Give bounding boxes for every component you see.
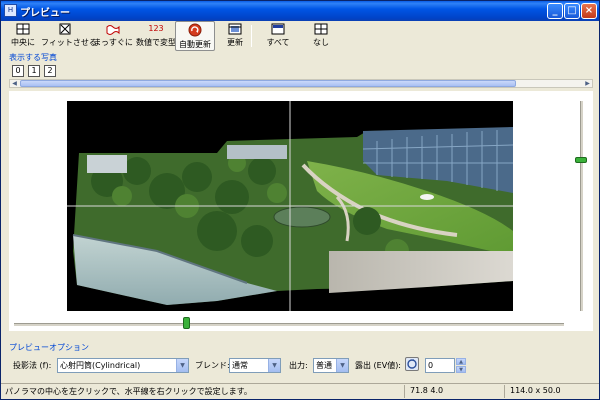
- update-label: 更新: [227, 38, 243, 47]
- panorama-image: [67, 101, 513, 311]
- projection-select[interactable]: 心射円筒(Cylindrical) ▼: [57, 358, 189, 373]
- preview-window: H プレビュー _ □ × 中央に フィットさせる まっすぐに 123 数値で変…: [0, 0, 600, 400]
- update-icon: [228, 23, 242, 35]
- vertical-slider-track[interactable]: [580, 101, 583, 311]
- show-none-label: なし: [313, 38, 329, 47]
- blend-value: 通常: [232, 361, 248, 370]
- status-separator: [504, 385, 505, 398]
- title-bar[interactable]: H プレビュー _ □ ×: [1, 1, 599, 21]
- straighten-icon: [106, 25, 120, 35]
- exposure-icon: [407, 359, 417, 369]
- scroll-left-icon[interactable]: ◀: [10, 80, 19, 87]
- image-toggle-2[interactable]: 2: [44, 65, 56, 77]
- fit-label: フィットさせる: [41, 38, 97, 47]
- auto-update-icon: [188, 23, 202, 37]
- update-button[interactable]: 更新: [223, 22, 247, 50]
- close-button[interactable]: ×: [581, 3, 597, 19]
- preview-options-section: プレビューオプション 投影法 (f): 心射円筒(Cylindrical) ▼ …: [9, 342, 593, 382]
- status-bar: パノラマの中心を左クリックで、水平線を右クリックで設定します。 71.8 4.0…: [1, 383, 599, 399]
- straighten-button[interactable]: まっすぐに: [93, 22, 133, 50]
- center-label: 中央に: [11, 38, 35, 47]
- toolbar: 中央に フィットさせる まっすぐに 123 数値で変型 自動更新 更新 すべて …: [3, 21, 597, 51]
- show-all-button[interactable]: すべて: [263, 22, 293, 50]
- image-list-scrollbar[interactable]: ◀ ▶: [9, 79, 593, 88]
- status-size: 114.0 x 50.0: [510, 386, 561, 395]
- preview-canvas[interactable]: [9, 91, 593, 331]
- fit-icon: [59, 23, 71, 35]
- show-none-icon: [314, 23, 328, 35]
- output-select[interactable]: 普通 ▼: [313, 358, 349, 373]
- blend-label: ブレンド:: [195, 361, 230, 370]
- projection-value: 心射円筒(Cylindrical): [60, 361, 141, 370]
- fit-button[interactable]: フィットさせる: [41, 22, 97, 50]
- image-toggle-0[interactable]: 0: [12, 65, 24, 77]
- vertical-slider-thumb[interactable]: [575, 157, 587, 163]
- show-none-button[interactable]: なし: [309, 22, 333, 50]
- chevron-down-icon[interactable]: ▼: [268, 359, 280, 372]
- numeric-transform-button[interactable]: 123 数値で変型: [133, 22, 179, 50]
- displayed-images-title: 表示する写真: [9, 53, 57, 62]
- displayed-images-section: 表示する写真 0 1 2 ◀ ▶: [9, 52, 593, 88]
- blend-select[interactable]: 通常 ▼: [229, 358, 281, 373]
- toolbar-separator: [251, 25, 252, 47]
- horizontal-slider-track[interactable]: [14, 323, 564, 326]
- chevron-down-icon[interactable]: ▼: [176, 359, 188, 372]
- projection-label: 投影法 (f):: [13, 361, 52, 370]
- minimize-button[interactable]: _: [547, 3, 563, 19]
- exposure-input[interactable]: 0: [425, 358, 455, 373]
- numeric-label: 数値で変型: [136, 38, 176, 47]
- show-all-label: すべて: [266, 38, 290, 47]
- numeric-icon: 123: [148, 24, 164, 33]
- window-title: プレビュー: [20, 8, 70, 19]
- chevron-down-icon[interactable]: ▼: [336, 359, 348, 372]
- center-icon: [16, 23, 30, 35]
- status-fov: 71.8 4.0: [410, 386, 444, 395]
- scrollbar-thumb[interactable]: [20, 80, 516, 87]
- panorama-preview[interactable]: [67, 101, 513, 311]
- show-all-icon: [271, 23, 285, 35]
- auto-update-label: 自動更新: [179, 40, 211, 49]
- image-toggle-1[interactable]: 1: [28, 65, 40, 77]
- exposure-up-icon[interactable]: ▲: [456, 358, 466, 365]
- status-message: パノラマの中心を左クリックで、水平線を右クリックで設定します。: [5, 387, 252, 396]
- horizontal-slider-thumb[interactable]: [183, 317, 190, 329]
- output-label: 出力:: [289, 361, 308, 370]
- exposure-label: 露出 (EV値):: [355, 361, 402, 370]
- exposure-reset-button[interactable]: [405, 357, 419, 371]
- preview-options-row: 投影法 (f): 心射円筒(Cylindrical) ▼ ブレンド: 通常 ▼ …: [9, 357, 593, 375]
- status-separator: [404, 385, 405, 398]
- preview-options-title: プレビューオプション: [9, 343, 89, 352]
- scroll-right-icon[interactable]: ▶: [583, 80, 592, 87]
- straighten-label: まっすぐに: [93, 38, 133, 47]
- center-button[interactable]: 中央に: [9, 22, 37, 50]
- maximize-button[interactable]: □: [564, 3, 580, 19]
- exposure-down-icon[interactable]: ▼: [456, 366, 466, 373]
- app-icon: H: [4, 4, 17, 17]
- exposure-value: 0: [428, 361, 434, 370]
- output-value: 普通: [316, 361, 332, 370]
- auto-update-button[interactable]: 自動更新: [175, 21, 215, 51]
